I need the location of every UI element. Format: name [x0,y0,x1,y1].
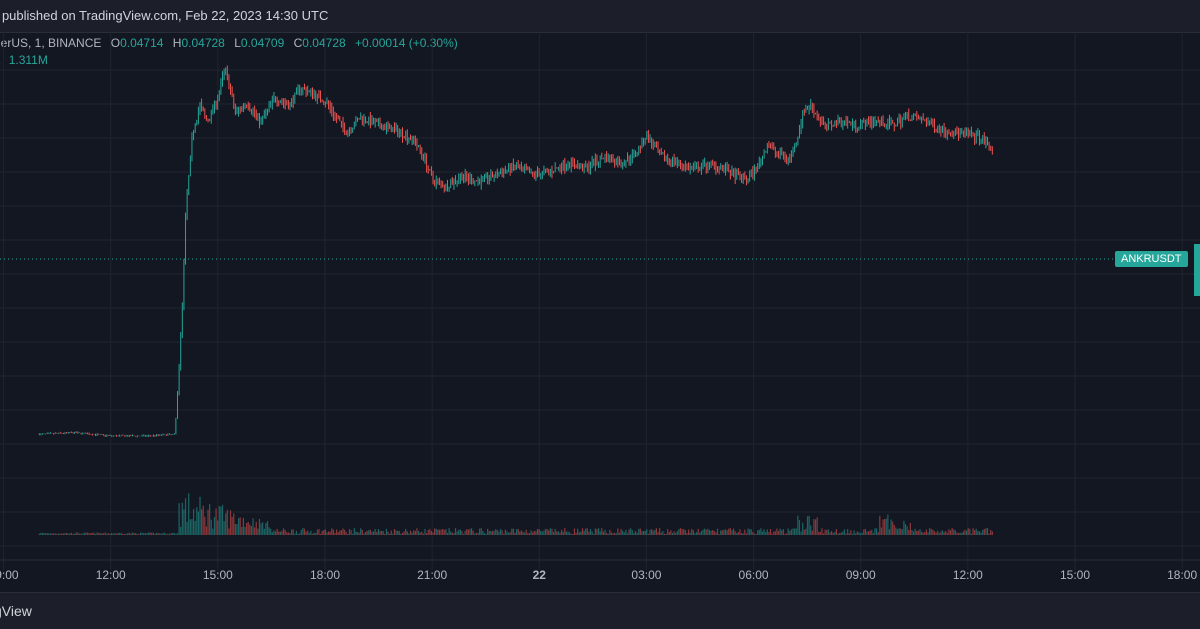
chart-header: r published on TradingView.com, Feb 22, … [0,0,1200,33]
x-tick-label: 21:00 [417,568,447,582]
x-tick-label: 09:00 [846,568,876,582]
price-tag: ANKRUSDT [1115,251,1188,267]
x-tick-label: 06:00 [739,568,769,582]
x-tick-label: 15:00 [1060,568,1090,582]
price-scale-marker [1194,244,1200,296]
x-tick-label: 03:00 [631,568,661,582]
x-tick-label: 18:00 [1167,568,1197,582]
x-tick-label: 12:00 [953,568,983,582]
brand-logo: gView [0,603,32,619]
x-tick-label: 22 [533,568,547,582]
chart-footer: gView [0,592,1200,629]
x-tick-label: 15:00 [203,568,233,582]
price-chart[interactable]: 09:00 12:00 15:00 18:00 21:00 22 03:00 06:00 09:… [0,32,1200,592]
x-tick-label: 18:00 [310,568,340,582]
x-tick-label: 09:00 [0,568,19,582]
x-tick-label: 12:00 [96,568,126,582]
publish-info: r published on TradingView.com, Feb 22, … [0,8,329,23]
